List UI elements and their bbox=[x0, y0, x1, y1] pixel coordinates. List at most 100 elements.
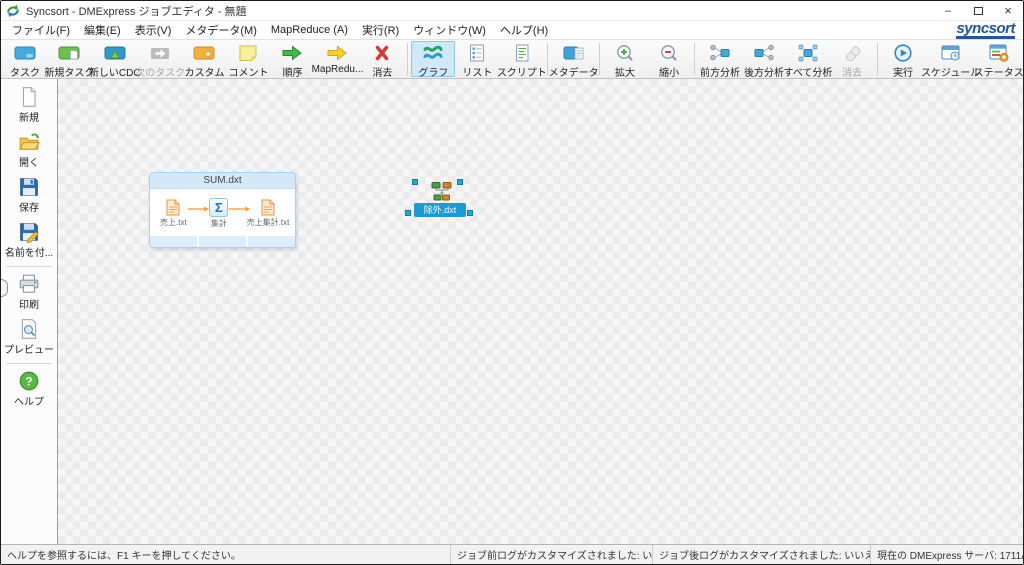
sidebar-button-save-as[interactable]: 名前を付... bbox=[3, 218, 55, 263]
menu-metadata[interactable]: メタデータ(M) bbox=[178, 21, 264, 39]
toolbar-button-label: 縮小 bbox=[659, 64, 679, 79]
toolbar-button-label: MapRedu... bbox=[312, 64, 364, 75]
toolbar: タスク 新規タスク 新しいCDC 次のタスク カスタム コメント 順序 Map bbox=[1, 40, 1023, 79]
toolbar-button-new-cdc[interactable]: 新しいCDC bbox=[92, 41, 138, 77]
menu-file[interactable]: ファイル(F) bbox=[5, 21, 77, 39]
aggregate-task-node[interactable]: Σ 集計 bbox=[209, 198, 228, 229]
help-icon: ? bbox=[18, 370, 40, 392]
source-file-label: 売上.txt bbox=[160, 217, 187, 228]
job-canvas[interactable]: SUM.dxt 売上.txt Σ 集計 売上集計.txt bbox=[58, 79, 1023, 544]
sidebar-button-label: 名前を付... bbox=[5, 244, 53, 259]
selection-handle[interactable] bbox=[412, 179, 418, 185]
status-server: 現在の DMExpress サーバ: 1711A038 bbox=[871, 545, 1023, 564]
list-view-icon bbox=[464, 43, 490, 63]
selection-handle[interactable] bbox=[457, 179, 463, 185]
svg-text:?: ? bbox=[25, 374, 32, 388]
toolbar-button-label: 順序 bbox=[282, 64, 302, 79]
toolbar-separator bbox=[407, 43, 408, 75]
sidebar-button-preview[interactable]: プレビュー bbox=[3, 315, 55, 360]
toolbar-button-label: 次のタスク bbox=[135, 64, 185, 79]
aggregate-task-label: 集計 bbox=[211, 218, 227, 229]
sidebar-separator bbox=[6, 266, 52, 267]
toolbar-button-order[interactable]: 順序 bbox=[270, 41, 314, 77]
schedule-icon bbox=[938, 43, 964, 63]
flow-arrow-icon bbox=[228, 204, 251, 214]
sidebar-button-help[interactable]: ? ヘルプ bbox=[3, 367, 55, 412]
toolbar-button-list-view[interactable]: リスト bbox=[455, 41, 499, 77]
sidebar-button-new[interactable]: 新規 bbox=[3, 83, 55, 128]
toolbar-button-comment[interactable]: コメント bbox=[226, 41, 270, 77]
job-node-label[interactable]: 除外.dxt bbox=[414, 203, 466, 217]
target-file-node[interactable]: 売上集計.txt bbox=[251, 199, 285, 228]
save-as-icon bbox=[18, 221, 40, 243]
menu-edit[interactable]: 編集(E) bbox=[77, 21, 128, 39]
toolbar-button-status[interactable]: ステータス bbox=[976, 41, 1021, 77]
toolbar-button-custom[interactable]: カスタム bbox=[182, 41, 226, 77]
task-box-title[interactable]: SUM.dxt bbox=[150, 173, 295, 189]
document-icon bbox=[166, 199, 180, 216]
toolbar-button-label: コメント bbox=[228, 64, 268, 79]
toolbar-button-label: タスク bbox=[10, 64, 40, 79]
maximize-button[interactable] bbox=[963, 1, 993, 20]
selection-handle[interactable] bbox=[467, 210, 473, 216]
toolbar-button-label: メタデータ bbox=[549, 64, 599, 79]
clear-x-icon bbox=[369, 43, 395, 63]
toolbar-button-analyze-backward[interactable]: 後方分析 bbox=[742, 41, 786, 77]
main-area: 新規 開く 保存 名前を付... 印刷 プレビュー bbox=[1, 79, 1023, 544]
toolbar-button-clear[interactable]: 消去 bbox=[360, 41, 404, 77]
minimize-button[interactable]: – bbox=[933, 1, 963, 20]
source-file-node[interactable]: 売上.txt bbox=[160, 199, 187, 228]
task-box-flow: 売上.txt Σ 集計 売上集計.txt bbox=[150, 189, 295, 236]
print-icon bbox=[18, 273, 40, 295]
window-controls: – × bbox=[933, 1, 1023, 20]
toolbar-button-zoom-out[interactable]: 縮小 bbox=[647, 41, 691, 77]
close-icon: × bbox=[1004, 3, 1012, 18]
toolbar-button-label: すべて分析 bbox=[784, 64, 833, 79]
sidebar-button-label: 新規 bbox=[19, 109, 39, 124]
menu-run[interactable]: 実行(R) bbox=[355, 21, 406, 39]
sidebar-button-label: 印刷 bbox=[19, 296, 39, 311]
toolbar-button-analyze-forward[interactable]: 前方分析 bbox=[698, 41, 742, 77]
sidebar-button-open[interactable]: 開く bbox=[3, 128, 55, 173]
toolbar-button-zoom-in[interactable]: 拡大 bbox=[603, 41, 647, 77]
toolbar-button-metadata[interactable]: メタデータ bbox=[551, 41, 596, 77]
graph-view-icon bbox=[420, 43, 446, 63]
save-icon bbox=[18, 176, 40, 198]
toolbar-button-label: グラフ bbox=[418, 64, 448, 79]
toolbar-button-label: 消去 bbox=[842, 64, 862, 79]
status-bar: ヘルプを参照するには、F1 キーを押してください。 ジョブ前ログがカスタマイズさ… bbox=[1, 544, 1023, 564]
metadata-icon bbox=[561, 43, 587, 63]
eraser-icon bbox=[839, 43, 865, 63]
status-icon bbox=[986, 43, 1012, 63]
toolbar-button-graph-view[interactable]: グラフ bbox=[411, 41, 455, 77]
script-view-icon bbox=[509, 43, 535, 63]
toolbar-button-schedule[interactable]: スケジュール bbox=[925, 41, 976, 77]
mapreduce-arrow-icon bbox=[324, 43, 350, 63]
comment-icon bbox=[235, 43, 261, 63]
menu-window[interactable]: ウィンドウ(W) bbox=[406, 21, 493, 39]
toolbar-button-script-view[interactable]: スクリプト bbox=[499, 41, 544, 77]
sidebar-button-label: プレビュー bbox=[4, 341, 54, 356]
next-task-icon bbox=[147, 43, 173, 63]
toolbar-button-label: 新規タスク bbox=[44, 64, 94, 79]
menu-help[interactable]: ヘルプ(H) bbox=[493, 21, 555, 39]
maximize-icon bbox=[974, 7, 983, 15]
sidebar-button-save[interactable]: 保存 bbox=[3, 173, 55, 218]
toolbar-button-run[interactable]: 実行 bbox=[881, 41, 925, 77]
toolbar-button-mapreduce[interactable]: MapRedu... bbox=[314, 41, 360, 77]
sidebar-button-print[interactable]: 印刷 bbox=[3, 270, 55, 315]
target-file-label: 売上集計.txt bbox=[247, 217, 290, 228]
toolbar-button-new-task[interactable]: 新規タスク bbox=[47, 41, 92, 77]
selection-handle[interactable] bbox=[405, 210, 411, 216]
toolbar-button-task[interactable]: タスク bbox=[3, 41, 47, 77]
task-box-sum[interactable]: SUM.dxt 売上.txt Σ 集計 売上集計.txt bbox=[149, 172, 296, 248]
menu-view[interactable]: 表示(V) bbox=[128, 21, 179, 39]
preview-icon bbox=[18, 318, 40, 340]
menu-mapreduce[interactable]: MapReduce (A) bbox=[264, 21, 355, 39]
zoom-in-icon bbox=[612, 43, 638, 63]
toolbar-button-analyze-all[interactable]: すべて分析 bbox=[786, 41, 830, 77]
status-post-log: ジョブ後ログがカスタマイズされました: いいえ bbox=[653, 545, 871, 564]
app-window: Syncsort - DMExpress ジョブエディタ - 無題 – × ファ… bbox=[0, 0, 1024, 565]
close-button[interactable]: × bbox=[993, 1, 1023, 20]
job-node-icon[interactable] bbox=[429, 181, 455, 201]
